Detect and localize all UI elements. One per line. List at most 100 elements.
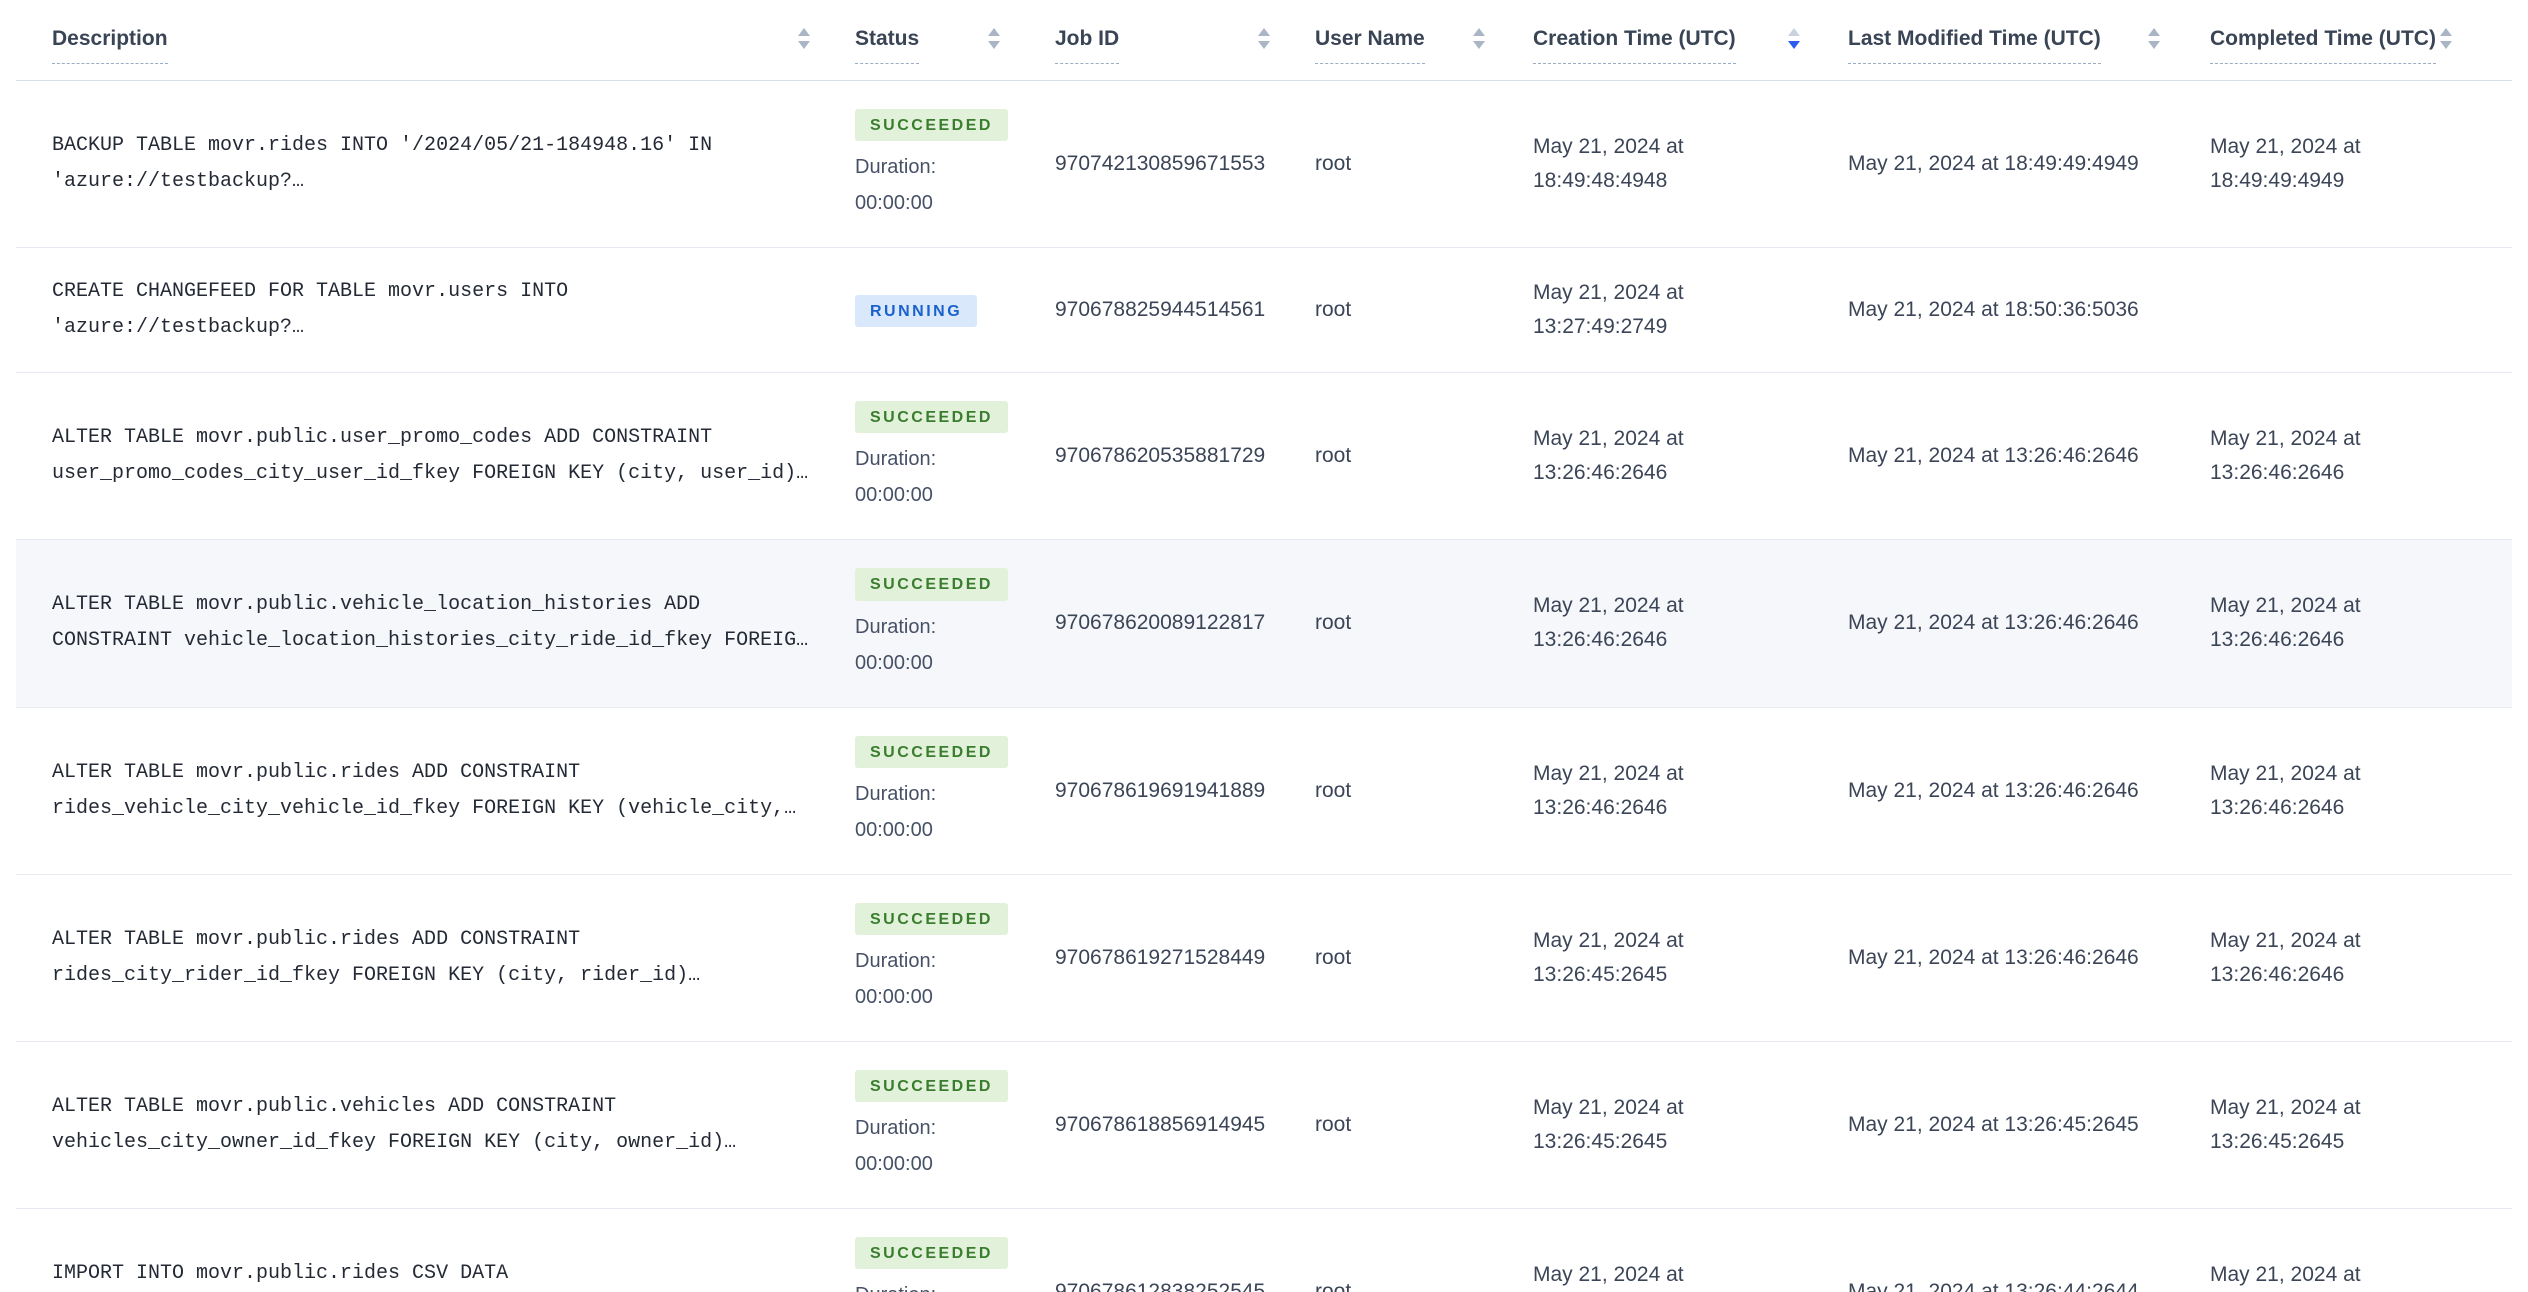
column-header-user-name[interactable]: User Name [1290,26,1505,64]
status-badge: RUNNING [855,295,978,328]
duration-label: Duration: [855,1277,1020,1292]
job-description[interactable]: IMPORT INTO movr.public.rides CSV DATA (… [52,1256,827,1292]
job-description[interactable]: BACKUP TABLE movr.rides INTO '/2024/05/2… [52,128,827,200]
cell-completed-time: May 21, 2024 at 13:26:46:2646 [2210,594,2361,652]
cell-user-name: root [1315,1280,1352,1292]
cell-status: SUCCEEDED Duration: 00:00:00 [830,901,1020,1015]
cell-status: SUCCEEDED Duration: 00:00:00 [830,399,1020,513]
column-header-completed-time-utc[interactable]: Completed Time (UTC) [2180,26,2512,64]
job-description[interactable]: ALTER TABLE movr.public.rides ADD CONSTR… [52,755,827,827]
cell-job-id: 970678619271528449 [1055,945,1266,969]
jobs-table: Description Status Job ID User Name Crea… [0,0,2528,1292]
table-row[interactable]: ALTER TABLE movr.public.vehicles ADD CON… [16,1042,2512,1210]
cell-user-name: root [1315,778,1352,802]
cell-creation-time: May 21, 2024 at 13:26:46:2646 [1533,594,1684,652]
sort-arrows-icon[interactable] [2148,28,2160,49]
cell-description[interactable]: ALTER TABLE movr.public.user_promo_codes… [16,420,830,492]
duration-value: 00:00:00 [855,484,933,507]
sort-descending-icon [1258,41,1270,49]
job-description[interactable]: ALTER TABLE movr.public.rides ADD CONSTR… [52,922,827,994]
duration-value: 00:00:00 [855,192,933,215]
status-badge: SUCCEEDED [855,735,1008,768]
column-header-description[interactable]: Description [16,26,830,64]
cell-user-name: root [1315,611,1352,635]
table-row[interactable]: ALTER TABLE movr.public.rides ADD CONSTR… [16,875,2512,1042]
table-row[interactable]: ALTER TABLE movr.public.user_promo_codes… [16,373,2512,541]
column-header-label: Description [52,26,168,64]
table-row[interactable]: IMPORT INTO movr.public.rides CSV DATA (… [16,1209,2512,1292]
table-row[interactable]: CREATE CHANGEFEED FOR TABLE movr.users I… [16,248,2512,374]
cell-job-id: 970678825944514561 [1055,298,1266,322]
column-header-creation-time-utc[interactable]: Creation Time (UTC) [1505,26,1820,64]
sort-ascending-icon [798,28,810,36]
column-header-label: Status [855,26,920,64]
cell-completed-time: May 21, 2024 at 13:26:45:2645 [2210,1096,2361,1154]
status-badge: SUCCEEDED [855,902,1008,935]
sort-arrows-icon[interactable] [2440,28,2452,49]
table-row[interactable]: BACKUP TABLE movr.rides INTO '/2024/05/2… [16,81,2512,249]
cell-status: RUNNING [830,293,1020,328]
table-row[interactable]: ALTER TABLE movr.public.rides ADD CONSTR… [16,708,2512,875]
cell-last-modified-time: May 21, 2024 at 13:26:46:2646 [1848,778,2139,802]
job-description[interactable]: ALTER TABLE movr.public.vehicles ADD CON… [52,1089,827,1161]
cell-creation-time: May 21, 2024 at 13:26:46:2646 [1533,761,1684,819]
cell-status: SUCCEEDED Duration: 00:00:00 [830,107,1020,221]
sort-descending-icon [988,41,1000,49]
sort-ascending-icon [1258,28,1270,36]
cell-completed-time: May 21, 2024 at 13:26:46:2646 [2210,928,2361,986]
job-description[interactable]: CREATE CHANGEFEED FOR TABLE movr.users I… [52,274,827,346]
cell-job-id: 970678620535881729 [1055,444,1266,468]
table-body: BACKUP TABLE movr.rides INTO '/2024/05/2… [16,81,2512,1292]
sort-arrows-icon[interactable] [1258,28,1270,49]
column-header-job-id[interactable]: Job ID [1020,26,1290,64]
cell-user-name: root [1315,298,1352,322]
duration-label: Duration: [855,1117,937,1140]
cell-user-name: root [1315,444,1352,468]
cell-last-modified-time: May 21, 2024 at 13:26:44:2644 [1848,1280,2139,1292]
cell-description[interactable]: ALTER TABLE movr.public.vehicle_location… [16,587,830,659]
cell-description[interactable]: ALTER TABLE movr.public.rides ADD CONSTR… [16,755,830,827]
cell-description[interactable]: ALTER TABLE movr.public.vehicles ADD CON… [16,1089,830,1161]
cell-last-modified-time: May 21, 2024 at 13:26:46:2646 [1848,611,2139,635]
column-header-last-modified-time-utc[interactable]: Last Modified Time (UTC) [1820,26,2180,64]
sort-ascending-icon [1473,28,1485,36]
cell-description[interactable]: ALTER TABLE movr.public.rides ADD CONSTR… [16,922,830,994]
duration-value: 00:00:00 [855,1153,933,1176]
cell-description[interactable]: IMPORT INTO movr.public.rides CSV DATA (… [16,1256,830,1292]
status-badge: SUCCEEDED [855,1069,1008,1103]
sort-ascending-icon [1788,28,1800,36]
job-description[interactable]: ALTER TABLE movr.public.user_promo_codes… [52,420,827,492]
cell-last-modified-time: May 21, 2024 at 18:49:49:4949 [1848,152,2139,176]
cell-job-id: 970678618856914945 [1055,1113,1266,1137]
cell-description[interactable]: BACKUP TABLE movr.rides INTO '/2024/05/2… [16,128,830,200]
sort-arrows-icon[interactable] [988,28,1000,49]
cell-status: SUCCEEDED Duration: 00:00:00 [830,566,1020,680]
cell-completed-time: May 21, 2024 at 13:26:44:2644 [2210,1263,2361,1287]
job-description[interactable]: ALTER TABLE movr.public.vehicle_location… [52,587,827,659]
cell-last-modified-time: May 21, 2024 at 18:50:36:5036 [1848,298,2139,322]
cell-creation-time: May 21, 2024 at 18:49:48:4948 [1533,135,1684,193]
duration-value: 00:00:00 [855,985,933,1008]
cell-user-name: root [1315,945,1352,969]
sort-ascending-icon [988,28,1000,36]
cell-job-id: 970678612838252545 [1055,1280,1266,1292]
table-header-row: Description Status Job ID User Name Crea… [16,0,2512,81]
sort-arrows-icon[interactable] [798,28,810,49]
sort-ascending-icon [2148,28,2160,36]
duration-value: 00:00:00 [855,818,933,841]
cell-creation-time: May 21, 2024 at 13:26:45:2645 [1533,1096,1684,1154]
cell-creation-time: May 21, 2024 at 13:26:43:2643 [1533,1263,1684,1287]
status-badge: SUCCEEDED [855,568,1008,601]
sort-descending-icon [2148,41,2160,49]
sort-ascending-icon [2440,28,2452,36]
column-header-label: Completed Time (UTC) [2210,26,2436,64]
status-badge: SUCCEEDED [855,401,1008,434]
cell-status: SUCCEEDED Duration: 00:00:00 [830,1068,1020,1182]
cell-description[interactable]: CREATE CHANGEFEED FOR TABLE movr.users I… [16,274,830,346]
table-row[interactable]: ALTER TABLE movr.public.vehicle_location… [16,540,2512,708]
sort-arrows-icon[interactable] [1473,28,1485,49]
sort-arrows-icon[interactable] [1788,28,1800,49]
column-header-status[interactable]: Status [830,26,1020,64]
cell-creation-time: May 21, 2024 at 13:26:46:2646 [1533,427,1684,485]
cell-status: SUCCEEDED Duration: 00:00:00 [830,1235,1020,1292]
